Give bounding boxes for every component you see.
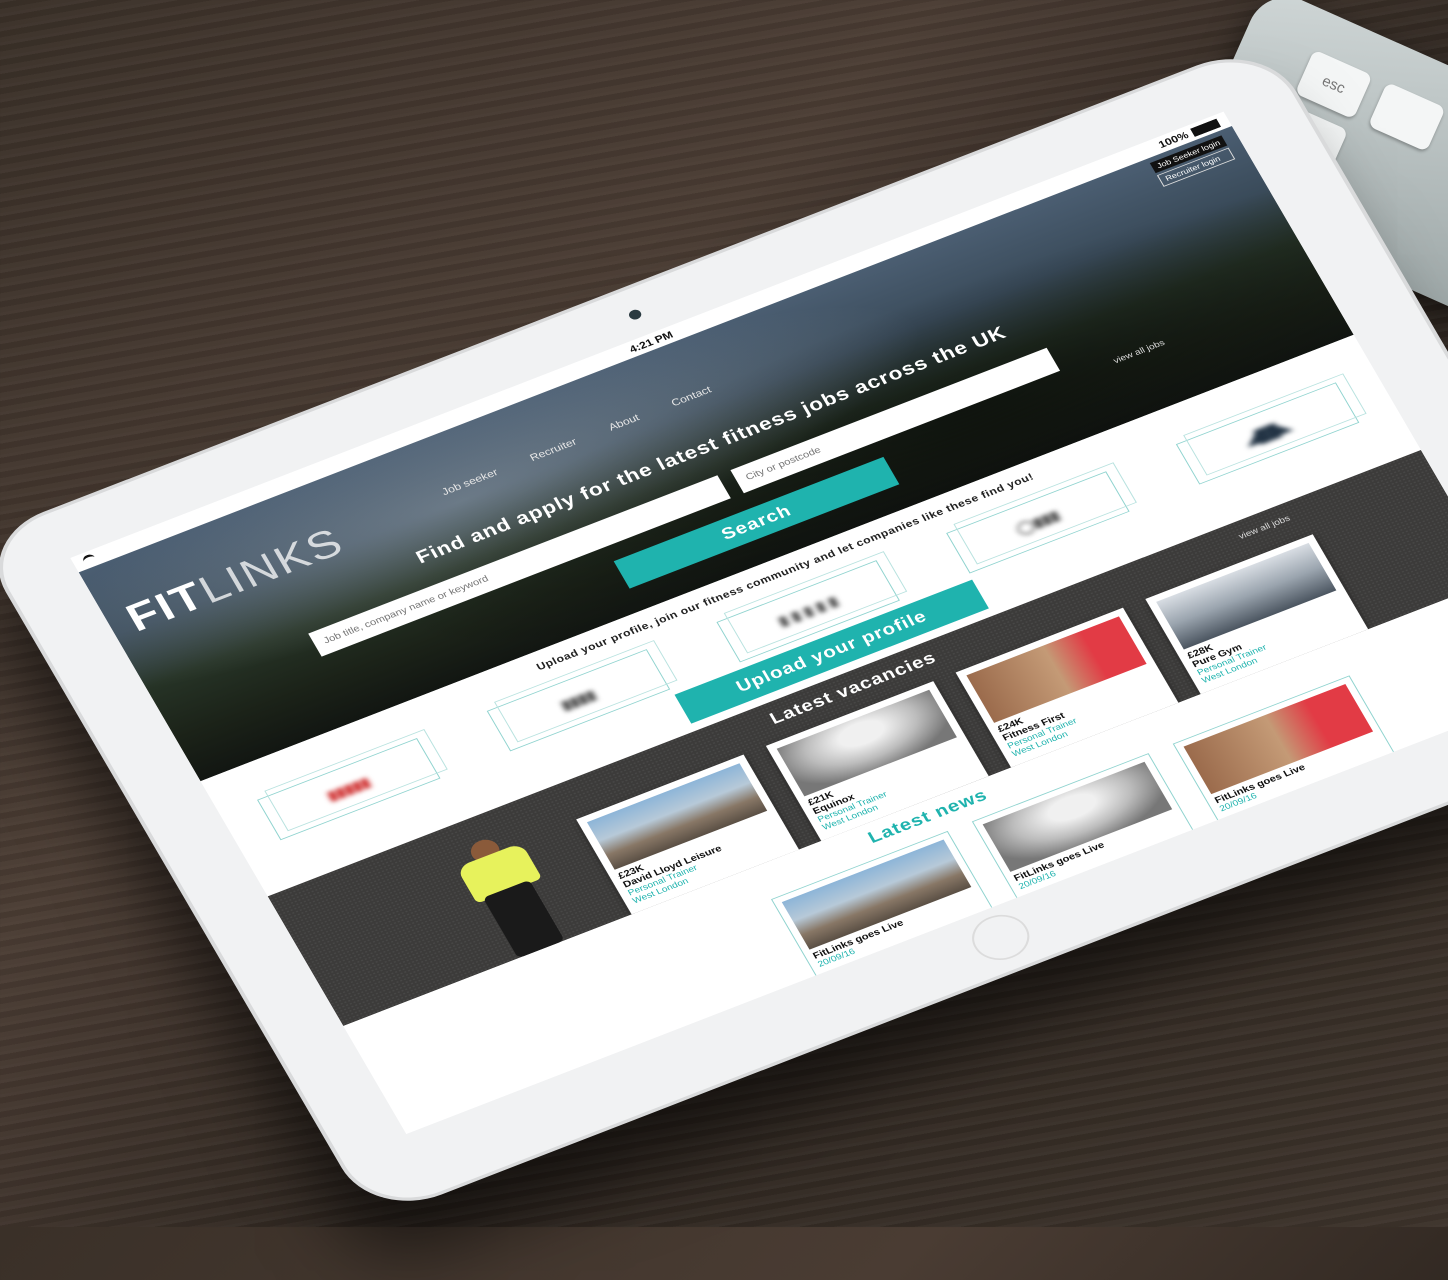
news-card[interactable]: FitLinks goes Live 20/09/16 bbox=[971, 753, 1195, 900]
company-logo: ◢██◣ bbox=[1175, 382, 1360, 485]
blurred-logo: ◢██◣ bbox=[1242, 419, 1294, 449]
nav-contact[interactable]: Contact bbox=[669, 384, 713, 409]
view-all-jobs-link[interactable]: view all jobs bbox=[1112, 338, 1167, 365]
news-card[interactable]: FitLinks goes Live 20/09/16 bbox=[1172, 675, 1396, 823]
company-logo: ◯▮▮▮ bbox=[946, 471, 1130, 574]
blurred-logo: ▮▮▮▮▮ bbox=[324, 775, 374, 804]
company-logo: ▮▮▮▮▮ bbox=[257, 738, 441, 841]
tablet-screen: 4:21 PM 100% Job Seeker login Recruiter … bbox=[70, 111, 1448, 1135]
wifi-icon bbox=[81, 552, 98, 566]
blurred-logo: ▮▮▮▮ bbox=[558, 688, 599, 714]
tablet-device: 4:21 PM 100% Job Seeker login Recruiter … bbox=[0, 43, 1448, 1217]
home-button[interactable] bbox=[962, 907, 1039, 968]
blurred-logo: ▮ ▮ ▮ ▮ ▮ bbox=[776, 594, 841, 629]
camera-icon bbox=[627, 308, 644, 322]
blurred-logo: ◯▮▮▮ bbox=[1013, 508, 1063, 537]
news-card[interactable]: FitLinks goes Live 20/09/16 bbox=[770, 830, 994, 978]
nav-recruiter[interactable]: Recruiter bbox=[528, 436, 579, 464]
nav-job-seeker[interactable]: Job seeker bbox=[440, 466, 500, 497]
nav-about[interactable]: About bbox=[606, 412, 641, 433]
company-logo: ▮▮▮▮ bbox=[486, 649, 671, 752]
